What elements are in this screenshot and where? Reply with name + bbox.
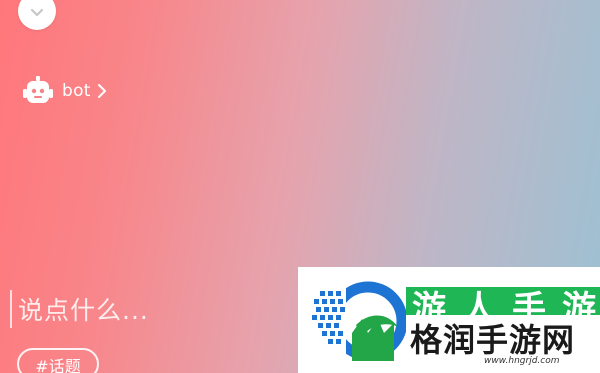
watermark-site-name: 格润手游网 [410, 321, 576, 359]
bot-profile-link[interactable]: bot [20, 76, 107, 106]
message-input[interactable]: 说点什么... [10, 290, 149, 328]
text-caret [10, 290, 12, 328]
chat-screen: bot 说点什么... #话题 游人手游 格润手游网 www.hngrjd.co… [0, 0, 600, 373]
collapse-button[interactable] [18, 0, 56, 30]
chevron-right-icon [97, 83, 107, 99]
site-logo [308, 281, 406, 363]
input-placeholder: 说点什么... [18, 296, 149, 325]
topic-tag-button[interactable]: #话题 [17, 348, 99, 373]
site-watermark: 游人手游 格润手游网 www.hngrjd.com [298, 267, 600, 373]
robot-icon [23, 76, 53, 103]
topic-tag-label: #话题 [35, 357, 81, 373]
bot-name: bot [62, 81, 91, 101]
watermark-banner: 游人手游 [406, 287, 600, 315]
watermark-banner-text: 游人手游 [412, 289, 600, 315]
watermark-url: www.hngrjd.com [484, 356, 560, 366]
chevron-down-icon [30, 8, 44, 17]
